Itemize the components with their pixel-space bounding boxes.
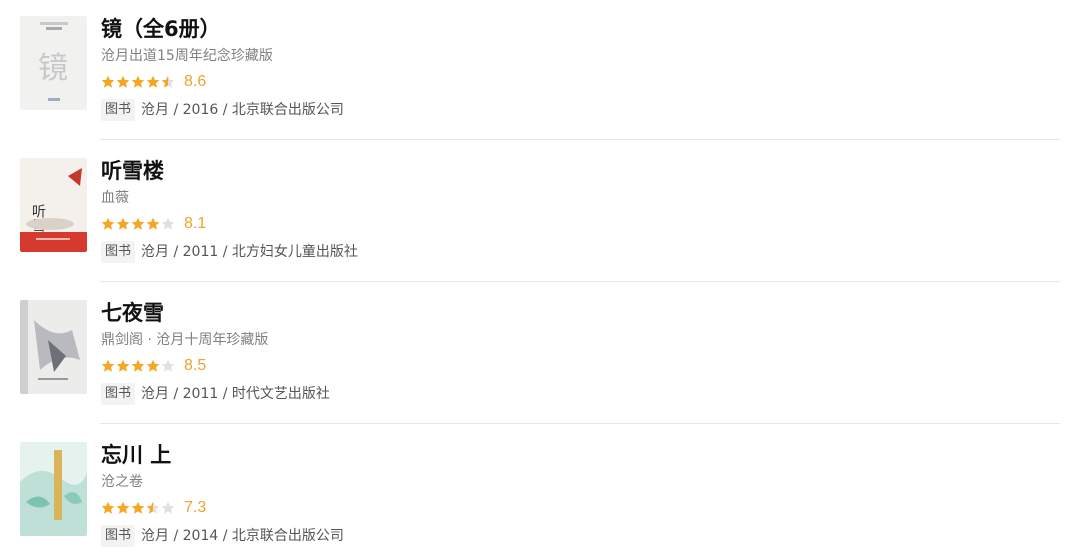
star-icon [146, 501, 160, 514]
book-meta: 沧月 / 2014 / 北京联合出版公司 [141, 528, 344, 544]
rating-score: 8.6 [184, 73, 207, 90]
star-icon [146, 75, 160, 88]
book-cover[interactable] [20, 300, 87, 394]
star-icon [161, 75, 175, 88]
star-icon [101, 501, 115, 514]
category-tag: 图书 [101, 241, 136, 263]
meta-row: 图书 沧月 / 2011 / 时代文艺出版社 [101, 380, 1001, 408]
category-tag: 图书 [101, 99, 136, 121]
book-subtitle: 鼎剑阁 · 沧月十周年珍藏版 [101, 332, 269, 348]
star-icon [101, 75, 115, 88]
list-item[interactable]: 镜 镜（全6册） 沧月出道15周年纪念珍藏版 8.6 图书 沧月 / 2016 … [0, 0, 1080, 142]
book-subtitle: 沧之卷 [101, 474, 143, 490]
divider [100, 281, 1060, 282]
book-info: 听雪楼 血薇 8.1 图书 沧月 / 2011 / 北方妇女儿童出版社 [101, 156, 1001, 266]
star-icon [116, 359, 130, 372]
book-title[interactable]: 听雪楼 [101, 156, 1001, 186]
book-meta: 沧月 / 2011 / 时代文艺出版社 [141, 386, 330, 402]
book-cover[interactable] [20, 442, 87, 536]
star-rating [101, 357, 176, 375]
rating-row: 8.1 [101, 210, 1001, 238]
star-icon [101, 359, 115, 372]
category-tag: 图书 [101, 383, 136, 405]
star-rating [101, 73, 176, 91]
book-cover-art [20, 442, 87, 536]
book-title[interactable]: 镜（全6册） [101, 14, 1001, 44]
list-item[interactable]: 忘川 上 沧之卷 7.3 图书 沧月 / 2014 / 北京联合出版公司 [0, 426, 1080, 557]
rating-row: 8.6 [101, 68, 1001, 96]
list-item[interactable]: 听雪楼 听雪楼 血薇 8.1 图书 沧月 / 2011 / 北方妇女儿童出版社 [0, 142, 1080, 284]
meta-row: 图书 沧月 / 2016 / 北京联合出版公司 [101, 96, 1001, 124]
book-meta: 沧月 / 2011 / 北方妇女儿童出版社 [141, 244, 358, 260]
book-info: 七夜雪 鼎剑阁 · 沧月十周年珍藏版 8.5 图书 沧月 / 2011 / 时代… [101, 298, 1001, 408]
meta-row: 图书 沧月 / 2011 / 北方妇女儿童出版社 [101, 238, 1001, 266]
book-subtitle: 沧月出道15周年纪念珍藏版 [101, 48, 273, 64]
star-rating [101, 499, 176, 517]
divider [100, 423, 1060, 424]
star-icon [146, 359, 160, 372]
star-icon [131, 75, 145, 88]
book-cover-art: 镜 [20, 16, 87, 110]
star-icon [146, 217, 160, 230]
star-icon [131, 217, 145, 230]
rating-score: 8.5 [184, 357, 207, 374]
book-subtitle: 血薇 [101, 190, 129, 206]
category-tag: 图书 [101, 525, 136, 547]
rating-row: 7.3 [101, 494, 1001, 522]
star-rating [101, 215, 176, 233]
book-info: 镜（全6册） 沧月出道15周年纪念珍藏版 8.6 图书 沧月 / 2016 / … [101, 14, 1001, 124]
star-icon [161, 501, 175, 514]
book-info: 忘川 上 沧之卷 7.3 图书 沧月 / 2014 / 北京联合出版公司 [101, 440, 1001, 550]
star-icon [116, 501, 130, 514]
star-icon [131, 359, 145, 372]
star-icon [116, 75, 130, 88]
rating-score: 7.3 [184, 499, 207, 516]
star-icon [131, 501, 145, 514]
star-icon [161, 359, 175, 372]
divider [100, 139, 1060, 140]
book-cover[interactable]: 镜 [20, 16, 87, 110]
rating-row: 8.5 [101, 352, 1001, 380]
book-list: 镜 镜（全6册） 沧月出道15周年纪念珍藏版 8.6 图书 沧月 / 2016 … [0, 0, 1080, 557]
book-cover-art [20, 300, 87, 394]
star-icon [101, 217, 115, 230]
cover-calligraphy: 镜 [38, 51, 68, 86]
meta-row: 图书 沧月 / 2014 / 北京联合出版公司 [101, 522, 1001, 550]
book-cover[interactable]: 听雪楼 [20, 158, 87, 252]
star-icon [161, 217, 175, 230]
star-icon [116, 217, 130, 230]
list-item[interactable]: 七夜雪 鼎剑阁 · 沧月十周年珍藏版 8.5 图书 沧月 / 2011 / 时代… [0, 284, 1080, 426]
book-cover-art: 听雪楼 [20, 158, 87, 252]
rating-score: 8.1 [184, 215, 207, 232]
book-meta: 沧月 / 2016 / 北京联合出版公司 [141, 102, 344, 118]
book-title[interactable]: 七夜雪 [101, 298, 1001, 328]
book-title[interactable]: 忘川 上 [101, 440, 1001, 470]
